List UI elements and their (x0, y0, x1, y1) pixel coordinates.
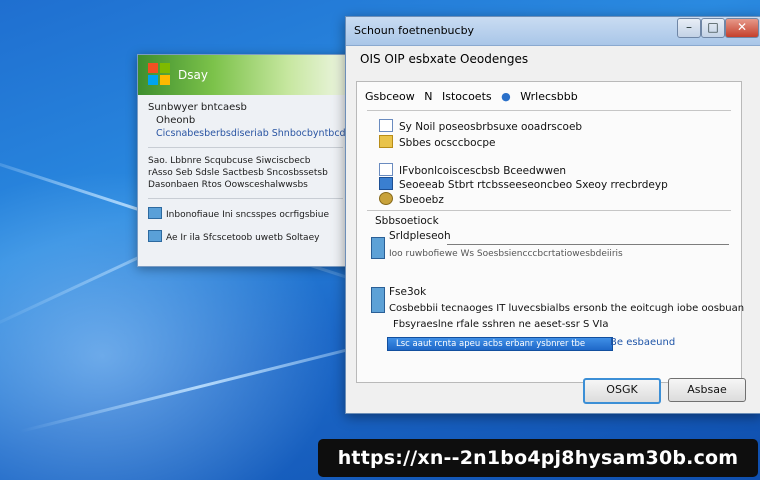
dialog-heading: OIS OIP esbxate Oeodenges (360, 52, 529, 66)
window-title: Schoun foetnenbucby (354, 24, 475, 37)
device-detail: Ioo ruwbofiewe Ws Soesbsiencccbcrtatiowe… (389, 249, 623, 259)
background-dialog-subheading: Oheonb (156, 115, 196, 126)
adapter-icon (148, 230, 162, 242)
close-button[interactable]: ✕ (725, 18, 759, 38)
divider (367, 210, 731, 211)
tab-bar[interactable]: Gsbceow N Istocoets ● Wrlecsbbb (365, 90, 578, 103)
main-dialog[interactable]: Schoun foetnenbucby – □ ✕ OIS OIP esbxat… (345, 16, 760, 414)
tab-general[interactable]: Gsbceow (365, 90, 415, 103)
list-item: Sao. Lbbnre Scqubcuse Siwciscbecb (148, 156, 311, 166)
device-icon (371, 287, 385, 313)
gear-icon (379, 192, 393, 205)
background-dialog-heading: Sunbwyer bntcaesb (148, 102, 247, 113)
description-text: Fbsyraeslne rfale sshren ne aeset-ssr S … (393, 319, 609, 330)
folder-icon (379, 135, 393, 148)
background-dialog-title: Dsay (178, 68, 208, 82)
list-item[interactable]: Seoeeab Stbrt rtcbsseeseoncbeo Sxeoy rre… (379, 177, 668, 191)
title-bar[interactable]: Schoun foetnenbucby – □ ✕ (346, 17, 760, 46)
background-dialog-link[interactable]: Cicsnabesberbsdiseriab Shnbocbyntbcdsbb (156, 128, 363, 139)
network-icon (148, 207, 162, 219)
doc-icon (379, 163, 393, 176)
tab-options[interactable]: Istocoets (442, 90, 492, 103)
list-item[interactable]: Sbeoebz (379, 192, 444, 206)
info-icon: ● (501, 90, 511, 103)
option-item[interactable]: Inbonofiaue Ini sncsspes ocrfigsbiue (148, 207, 343, 220)
background-dialog-header: Dsay (138, 55, 353, 95)
tab-advanced[interactable]: Wrlecsbbb (520, 90, 577, 103)
list-item[interactable]: Sbbes ocsccbocpe (379, 135, 495, 149)
selected-input-field[interactable]: Lsc aaut rcnta apeu acbs erbanr ysbnrer … (387, 337, 613, 351)
ok-button[interactable]: OSGK (583, 378, 661, 404)
option-item[interactable]: Ae Ir ila Sfcscetoob uwetb Soltaey (148, 230, 343, 243)
properties-panel: Gsbceow N Istocoets ● Wrlecsbbb Sy Noil … (356, 81, 745, 383)
windows-logo-icon (148, 63, 170, 85)
divider (148, 147, 343, 148)
more-link[interactable]: Be esbaeund (610, 337, 675, 348)
url-banner: https://xn--2n1bo4pj8hysam30b.com (318, 439, 758, 477)
list-item: rAsso Seb Sdsle Sactbesb Sncosbssetsb (148, 168, 328, 178)
list-item[interactable]: Sy Noil poseosbrbsuxe ooadrscoeb (379, 119, 582, 133)
divider (148, 198, 343, 199)
section-label: Sbbsoetiock (375, 215, 439, 227)
device-name: Srldpleseoh (389, 230, 451, 242)
minimize-button[interactable]: – (677, 18, 701, 38)
doc-icon (379, 119, 393, 132)
device-field-underline (447, 244, 729, 245)
description-text: Cosbebbii tecnaoges IT luvecsbialbs erso… (389, 303, 745, 314)
list-item: Dasonbaen Rtos Oowsceshalwwsbs (148, 180, 308, 190)
shield-icon (379, 177, 393, 190)
divider (367, 110, 731, 111)
list-item[interactable]: IFvbonlcoiscescbsb Bceedwwen (379, 163, 566, 177)
tab-n[interactable]: N (424, 90, 432, 103)
device-icon (371, 237, 385, 259)
section-label: Fse3ok (389, 286, 427, 298)
maximize-button[interactable]: □ (701, 18, 725, 38)
background-dialog[interactable]: Dsay Sunbwyer bntcaesb Oheonb Cicsnabesb… (137, 54, 363, 267)
cancel-button[interactable]: Asbsae (668, 378, 746, 402)
